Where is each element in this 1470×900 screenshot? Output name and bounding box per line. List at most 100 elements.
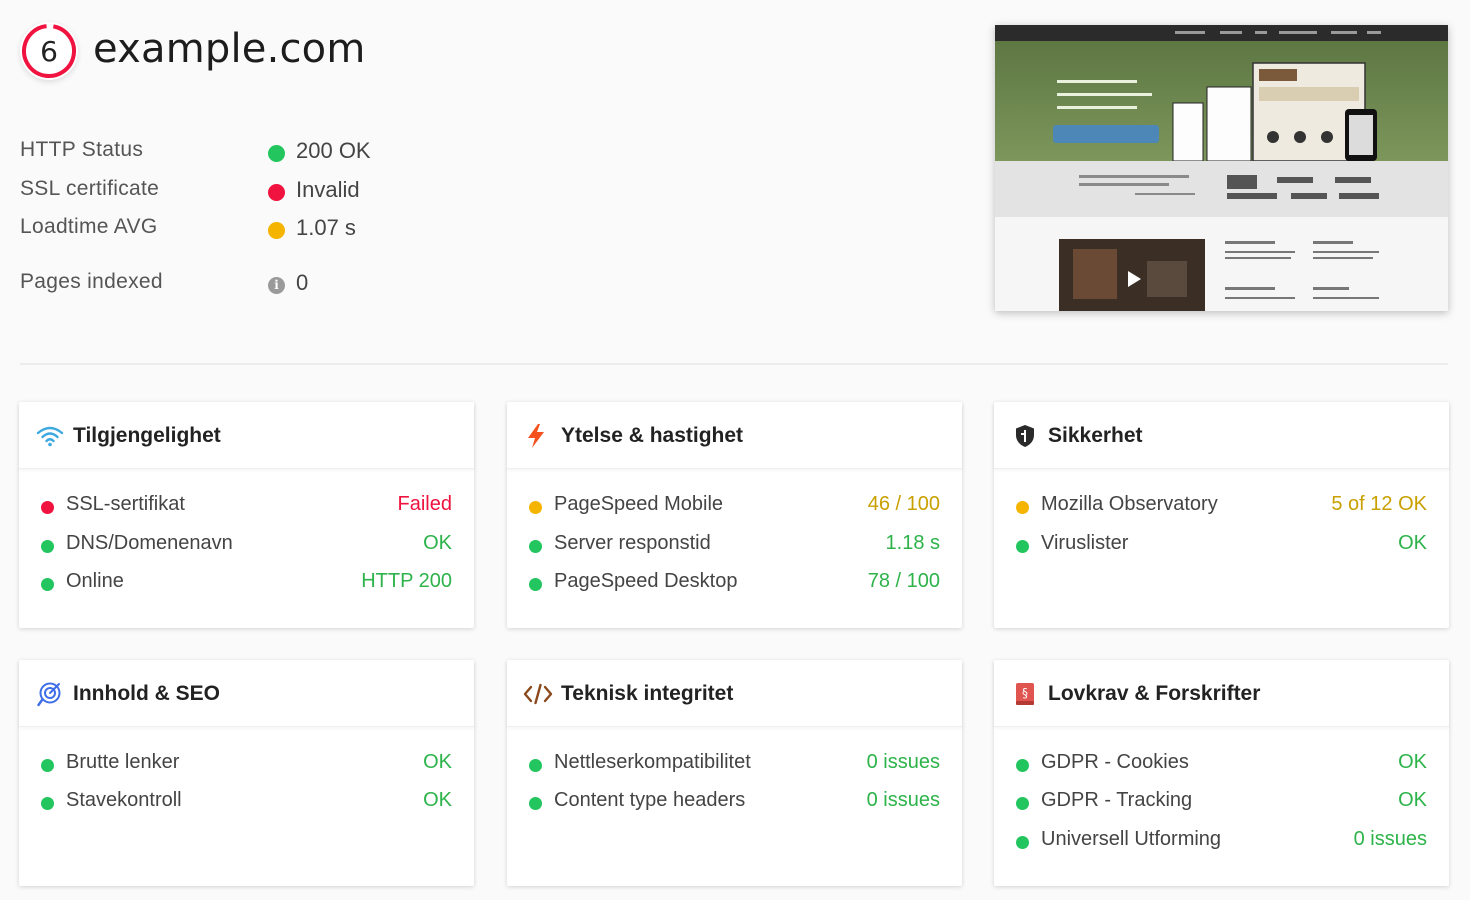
check-value: OK [1398,532,1427,554]
card-innhold-seo: Innhold & SEO Brutte lenker OK Stavekont… [19,660,474,886]
status-dot [1016,501,1029,514]
status-dot [41,578,54,591]
check-value: 0 issues [866,751,940,773]
check-pagespeed-desktop[interactable]: PageSpeed Desktop 78 / 100 [529,570,940,598]
check-dns[interactable]: DNS/Domenenavn OK [41,532,452,560]
check-label: GDPR - Cookies [1041,751,1189,773]
status-dot [41,501,54,514]
card-ytelse-hastighet: Ytelse & hastighet PageSpeed Mobile 46 /… [507,402,962,628]
card-title: Tilgjengelighet [73,424,221,447]
lightning-icon [521,422,551,450]
check-label: Mozilla Observatory [1041,493,1218,515]
shield-icon [1010,422,1040,450]
stat-label: Loadtime AVG [20,215,158,238]
site-title: example.com [93,26,366,72]
check-value: OK [423,532,452,554]
status-dot [1016,759,1029,772]
check-value: OK [1398,751,1427,773]
stat-pages-indexed: Pages indexed i 0 [20,270,440,300]
seo-icon [35,680,65,708]
check-online[interactable]: Online HTTP 200 [41,570,452,598]
info-icon[interactable]: i [268,277,285,294]
check-label: DNS/Domenenavn [66,532,233,554]
card-sikkerhet: Sikkerhet Mozilla Observatory 5 of 12 OK… [994,402,1449,628]
check-label: GDPR - Tracking [1041,789,1193,811]
check-value: OK [1398,789,1427,811]
card-header: Innhold & SEO [19,660,474,727]
check-pagespeed-mobile[interactable]: PageSpeed Mobile 46 / 100 [529,493,940,521]
check-value: 0 issues [866,789,940,811]
check-value: 0 issues [1353,828,1427,850]
check-server-responstid[interactable]: Server responstid 1.18 s [529,532,940,560]
status-dot [529,501,542,514]
stat-label: SSL certificate [20,177,160,200]
card-title: Ytelse & hastighet [561,424,744,447]
status-dot [529,797,542,810]
wifi-icon [35,422,65,450]
check-nettleserkompatibilitet[interactable]: Nettleserkompatibilitet 0 issues [529,751,940,779]
check-content-type-headers[interactable]: Content type headers 0 issues [529,789,940,817]
card-lovkrav-forskrifter: § Lovkrav & Forskrifter GDPR - Cookies O… [994,660,1449,886]
status-dot [41,759,54,772]
status-dot [1016,540,1029,553]
svg-text:§: § [1022,686,1028,700]
score-badge: 6 [20,22,78,80]
check-label: SSL-sertifikat [66,493,185,515]
stat-value: 1.07 s [296,215,356,240]
check-stavekontroll[interactable]: Stavekontroll OK [41,789,452,817]
card-title: Innhold & SEO [73,682,220,705]
law-book-icon: § [1010,680,1040,708]
section-divider [20,363,1448,365]
status-dot [268,145,285,162]
check-label: Nettleserkompatibilitet [554,751,751,773]
check-label: Brutte lenker [66,751,180,773]
status-dot [529,759,542,772]
check-universell-utforming[interactable]: Universell Utforming 0 issues [1016,828,1427,856]
stat-value: Invalid [296,177,360,202]
check-label: PageSpeed Mobile [554,493,724,515]
check-value: OK [423,751,452,773]
stat-value: 200 OK [296,138,371,163]
card-header: Teknisk integritet [507,660,962,727]
check-label: Online [66,570,124,592]
status-dot [1016,836,1029,849]
stat-label: Pages indexed [20,270,163,293]
check-value: HTTP 200 [361,570,452,592]
check-ssl-sertifikat[interactable]: SSL-sertifikat Failed [41,493,452,521]
check-label: Server responstid [554,532,711,554]
stat-loadtime: Loadtime AVG 1.07 s [20,215,440,245]
status-dot [529,540,542,553]
check-viruslister[interactable]: Viruslister OK [1016,532,1427,560]
check-value: OK [423,789,452,811]
card-header: Sikkerhet [994,402,1449,469]
card-title: Lovkrav & Forskrifter [1048,682,1261,705]
check-label: PageSpeed Desktop [554,570,738,592]
check-value: 78 / 100 [867,570,940,592]
check-value: 5 of 12 OK [1331,493,1427,515]
check-brutte-lenker[interactable]: Brutte lenker OK [41,751,452,779]
check-label: Stavekontroll [66,789,182,811]
stat-label: HTTP Status [20,138,144,161]
check-value: 46 / 100 [867,493,940,515]
status-dot [41,540,54,553]
card-header: Ytelse & hastighet [507,402,962,469]
screenshot-image [995,25,1448,311]
card-title: Sikkerhet [1048,424,1143,447]
check-label: Universell Utforming [1041,828,1222,850]
stat-value: 0 [296,270,309,295]
check-gdpr-tracking[interactable]: GDPR - Tracking OK [1016,789,1427,817]
check-mozilla-observatory[interactable]: Mozilla Observatory 5 of 12 OK [1016,493,1427,521]
card-header: Tilgjengelighet [19,402,474,469]
check-label: Content type headers [554,789,746,811]
card-title: Teknisk integritet [561,682,734,705]
check-gdpr-cookies[interactable]: GDPR - Cookies OK [1016,751,1427,779]
status-dot [41,797,54,810]
check-value: 1.18 s [885,532,940,554]
check-label: Viruslister [1041,532,1129,554]
check-value: Failed [397,493,452,515]
card-header: § Lovkrav & Forskrifter [994,660,1449,727]
card-teknisk-integritet: Teknisk integritet Nettleserkompatibilit… [507,660,962,886]
stat-http-status: HTTP Status 200 OK [20,138,440,168]
score-value: 6 [40,34,58,68]
website-screenshot-thumbnail[interactable] [995,25,1448,311]
